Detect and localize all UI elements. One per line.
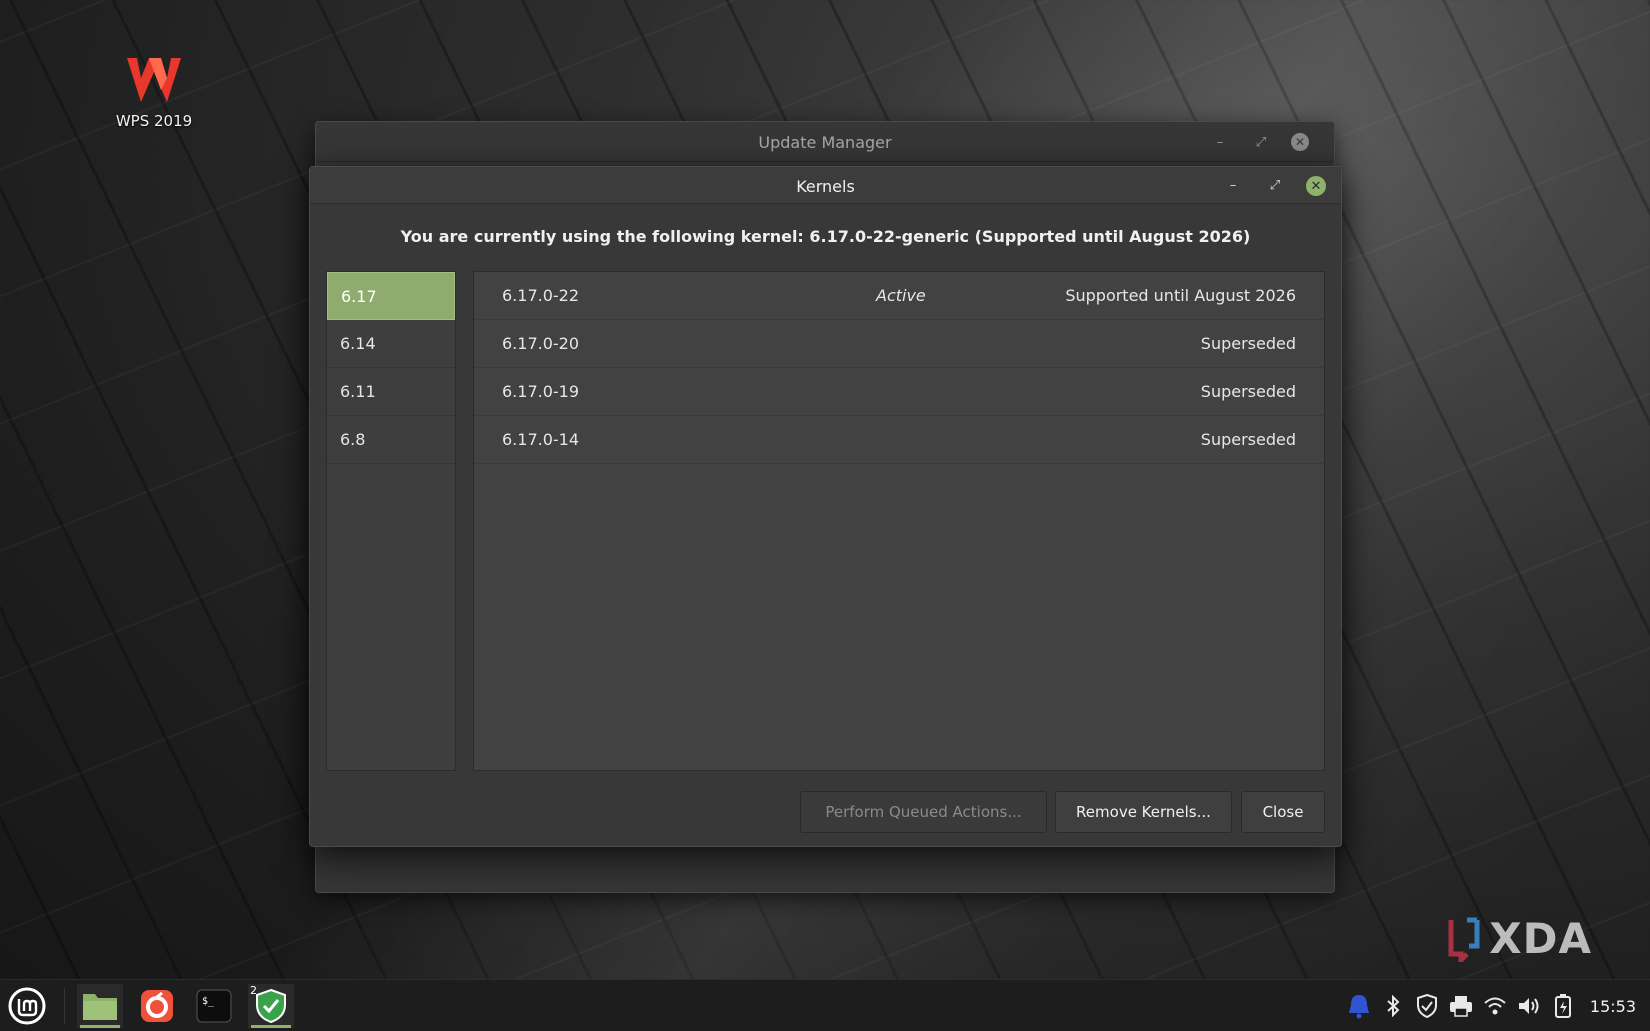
- taskbar-app-firefox[interactable]: [134, 984, 180, 1028]
- firefox-icon: [141, 990, 173, 1022]
- linux-mint-icon: [8, 987, 46, 1025]
- minimize-icon: –: [1216, 134, 1224, 150]
- remove-kernels-button[interactable]: Remove Kernels...: [1055, 791, 1232, 833]
- kernels-minimize-button[interactable]: –: [1223, 175, 1243, 195]
- perform-queued-actions-button[interactable]: Perform Queued Actions...: [800, 791, 1047, 833]
- minimize-button[interactable]: –: [1210, 132, 1230, 152]
- close-icon: ✕: [1294, 135, 1306, 149]
- series-item-6-11[interactable]: 6.11: [327, 368, 455, 416]
- kernel-version: 6.17.0-22: [502, 286, 580, 305]
- maximize-icon: ⤢: [1255, 134, 1267, 150]
- series-item-6-17[interactable]: 6.17: [327, 272, 455, 320]
- xda-bracket-icon: [1448, 917, 1480, 962]
- taskbar-app-update-manager[interactable]: 2: [248, 984, 294, 1028]
- wifi-icon[interactable]: [1482, 993, 1508, 1019]
- update-manager-titlebar[interactable]: Update Manager – ⤢ ✕: [316, 122, 1334, 162]
- notification-bell-icon[interactable]: [1346, 993, 1372, 1019]
- kernel-support: Superseded: [1200, 430, 1296, 449]
- svg-text:$_: $_: [202, 996, 215, 1007]
- update-manager-title: Update Manager: [758, 133, 892, 152]
- minimize-icon: –: [1229, 177, 1237, 193]
- kernels-window: Kernels – ⤢ ✕ You are currently using th…: [309, 166, 1342, 847]
- wps-logo-icon: [127, 58, 181, 102]
- taskbar-clock[interactable]: 15:53: [1590, 997, 1636, 1016]
- update-manager-shield-icon: [256, 988, 286, 1024]
- table-row[interactable]: 6.17.0-22 Active Supported until August …: [474, 272, 1324, 320]
- table-row[interactable]: 6.17.0-19 Superseded: [474, 368, 1324, 416]
- series-item-6-8[interactable]: 6.8: [327, 416, 455, 464]
- kernel-series-list: 6.17 6.14 6.11 6.8: [326, 271, 456, 771]
- volume-icon[interactable]: [1516, 993, 1542, 1019]
- battery-icon[interactable]: [1550, 993, 1576, 1019]
- close-button[interactable]: ✕: [1291, 133, 1309, 151]
- kernel-version: 6.17.0-14: [502, 430, 580, 449]
- series-item-6-14[interactable]: 6.14: [327, 320, 455, 368]
- active-indicator: [251, 1025, 291, 1028]
- bluetooth-icon[interactable]: [1380, 993, 1406, 1019]
- taskbar-separator: [64, 988, 65, 1024]
- desktop-icon-label: WPS 2019: [115, 112, 193, 130]
- kernel-version: 6.17.0-20: [502, 334, 580, 353]
- terminal-icon: $_: [196, 989, 232, 1023]
- desktop-icon-wps[interactable]: WPS 2019: [104, 50, 204, 130]
- kernels-maximize-button[interactable]: ⤢: [1265, 175, 1285, 195]
- kernels-title: Kernels: [796, 177, 855, 196]
- printer-icon[interactable]: [1448, 993, 1474, 1019]
- close-kernels-button[interactable]: Close: [1241, 791, 1325, 833]
- kernel-table: 6.17.0-22 Active Supported until August …: [473, 271, 1325, 771]
- maximize-icon: ⤢: [1269, 177, 1281, 193]
- window-count-badge: 2: [250, 984, 257, 997]
- taskbar-app-files[interactable]: [77, 984, 123, 1028]
- maximize-button[interactable]: ⤢: [1251, 132, 1271, 152]
- kernels-titlebar[interactable]: Kernels – ⤢ ✕: [310, 167, 1341, 204]
- xda-text: XDA: [1489, 914, 1592, 963]
- kernel-status: Active: [876, 286, 926, 305]
- table-row[interactable]: 6.17.0-20 Superseded: [474, 320, 1324, 368]
- kernel-support: Superseded: [1200, 382, 1296, 401]
- close-icon: ✕: [1310, 178, 1322, 194]
- taskbar: $_ 2 15:53: [0, 979, 1650, 1031]
- xda-watermark: XDA: [1447, 914, 1592, 963]
- kernels-close-button[interactable]: ✕: [1306, 176, 1326, 196]
- current-kernel-info: You are currently using the following ke…: [400, 227, 1251, 246]
- kernel-support: Supported until August 2026: [1065, 286, 1296, 305]
- table-row[interactable]: 6.17.0-14 Superseded: [474, 416, 1324, 464]
- start-menu-button[interactable]: [4, 984, 50, 1028]
- shield-icon[interactable]: [1414, 993, 1440, 1019]
- kernel-support: Superseded: [1200, 334, 1296, 353]
- active-indicator: [80, 1025, 120, 1028]
- taskbar-app-terminal[interactable]: $_: [191, 984, 237, 1028]
- folder-icon: [83, 994, 117, 1020]
- system-tray: 15:53: [1346, 980, 1650, 1031]
- kernel-version: 6.17.0-19: [502, 382, 580, 401]
